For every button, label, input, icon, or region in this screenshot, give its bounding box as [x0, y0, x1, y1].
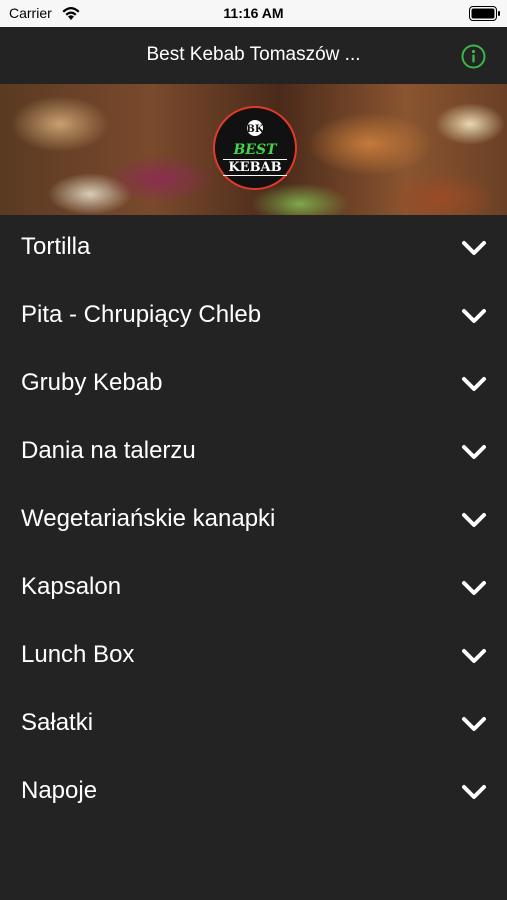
category-label: Tortilla [21, 233, 91, 260]
category-row-pita[interactable]: Pita - Chrupiący Chleb [0, 283, 507, 351]
header-banner-image: BK BEST KEBAB [0, 84, 507, 215]
chevron-down-icon [462, 513, 486, 527]
logo-text-best: BEST [233, 142, 277, 158]
category-label: Kapsalon [21, 573, 122, 600]
chevron-down-icon [462, 241, 486, 255]
category-label: Gruby Kebab [21, 369, 163, 396]
chevron-down-icon [462, 785, 486, 799]
chevron-down-icon [462, 445, 486, 459]
category-row-lunch-box[interactable]: Lunch Box [0, 623, 507, 691]
status-bar: Carrier 11:16 AM [0, 0, 507, 27]
chevron-down-icon [462, 581, 486, 595]
category-label: Dania na talerzu [21, 437, 196, 464]
page-title: Best Kebab Tomaszów ... [146, 44, 361, 65]
logo-text-kebab: KEBAB [223, 159, 287, 176]
status-time: 11:16 AM [223, 5, 284, 21]
category-row-tortilla[interactable]: Tortilla [0, 215, 507, 283]
svg-text:BK: BK [246, 124, 263, 135]
category-row-salatki[interactable]: Sałatki [0, 691, 507, 759]
chevron-down-icon [462, 377, 486, 391]
chevron-down-icon [462, 717, 486, 731]
chevron-down-icon [462, 649, 486, 663]
category-row-gruby-kebab[interactable]: Gruby Kebab [0, 351, 507, 419]
battery-icon [469, 6, 500, 21]
info-icon[interactable] [461, 44, 486, 69]
logo-emblem-icon: BK [246, 120, 264, 136]
category-row-napoje[interactable]: Napoje [0, 759, 507, 827]
category-row-dania-na-talerzu[interactable]: Dania na talerzu [0, 419, 507, 487]
navigation-bar: Best Kebab Tomaszów ... [0, 27, 507, 84]
category-label: Sałatki [21, 709, 94, 736]
category-label: Napoje [21, 777, 98, 804]
restaurant-logo: BK BEST KEBAB [213, 106, 297, 190]
category-row-kapsalon[interactable]: Kapsalon [0, 555, 507, 623]
category-label: Wegetariańskie kanapki [21, 505, 276, 532]
category-label: Pita - Chrupiący Chleb [21, 301, 262, 328]
chevron-down-icon [462, 309, 486, 323]
category-row-wegetarianskie-kanapki[interactable]: Wegetariańskie kanapki [0, 487, 507, 555]
category-list: Tortilla Pita - Chrupiący Chleb Gruby Ke… [0, 215, 507, 827]
category-label: Lunch Box [21, 641, 135, 668]
